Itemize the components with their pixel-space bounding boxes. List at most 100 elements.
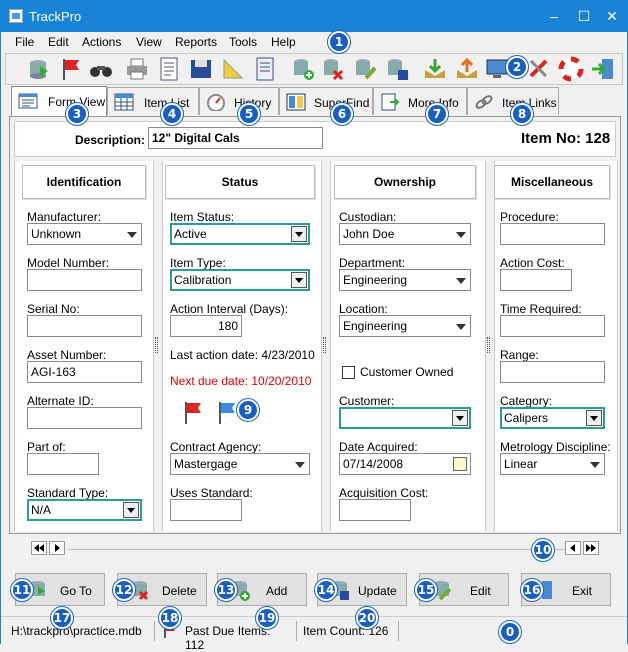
export-icon[interactable]: [454, 56, 480, 82]
tab-item-list[interactable]: Item List: [107, 87, 199, 115]
category-select[interactable]: Calipers: [500, 407, 605, 429]
model-number-input[interactable]: [27, 269, 142, 291]
link-icon: [475, 95, 493, 109]
uses-standard-input[interactable]: [170, 499, 242, 521]
description-bar: Description: 12" Digital Cals Item No: 1…: [14, 121, 616, 157]
standard-type-select[interactable]: N/A: [27, 499, 142, 521]
category-value: Calipers: [504, 411, 549, 425]
item-status-value: Active: [174, 227, 207, 241]
action-interval-input[interactable]: 180: [170, 315, 242, 337]
next-record-icon: [570, 544, 575, 552]
delete-record-icon[interactable]: [320, 56, 346, 82]
chevron-down-icon: [127, 232, 137, 238]
chevron-down-icon: [456, 232, 466, 238]
tab-more-info[interactable]: More Info: [373, 87, 467, 115]
goto-label: Go To: [60, 584, 92, 598]
printer-icon[interactable]: [124, 56, 150, 82]
update-record-icon[interactable]: [384, 56, 410, 82]
range-input[interactable]: [500, 361, 605, 383]
custodian-value: John Doe: [343, 227, 395, 241]
alternate-id-input[interactable]: [27, 407, 142, 429]
past-due-count: Past Due Items: 112: [181, 621, 297, 652]
menu-help[interactable]: Help: [271, 35, 296, 49]
contract-agency-label: Contract Agency:: [170, 440, 262, 454]
miscellaneous-header: Miscellaneous: [494, 165, 610, 199]
custodian-select[interactable]: John Doe: [339, 223, 471, 245]
edit-record-icon[interactable]: [352, 56, 378, 82]
chevron-down-icon: [291, 272, 307, 288]
menu-reports[interactable]: Reports: [175, 35, 217, 49]
item-status-label: Item Status:: [170, 210, 235, 224]
part-of-input[interactable]: [27, 453, 99, 475]
menu-file[interactable]: File: [15, 35, 34, 49]
document-icon[interactable]: [156, 56, 182, 82]
form-panel: Description: 12" Digital Cals Item No: 1…: [9, 116, 621, 534]
category-label: Category:: [500, 394, 553, 408]
date-acquired-value: 07/14/2008: [343, 457, 404, 471]
menu-edit[interactable]: Edit: [48, 35, 69, 49]
first-record-button[interactable]: [31, 541, 47, 555]
red-flag-icon[interactable]: [182, 400, 206, 426]
description-label: Description:: [75, 133, 146, 147]
manufacturer-label: Manufacturer:: [27, 210, 102, 224]
maximize-button[interactable]: ☐: [573, 5, 595, 27]
flag-icon[interactable]: [58, 56, 84, 82]
customer-owned-checkbox[interactable]: [342, 366, 355, 379]
customer-select[interactable]: [339, 407, 471, 429]
item-type-select[interactable]: Calibration: [170, 269, 310, 291]
tab-form-view[interactable]: Form View: [11, 86, 107, 117]
chevron-down-icon: [291, 226, 307, 242]
description-input[interactable]: 12" Digital Cals: [148, 127, 323, 149]
time-required-input[interactable]: [500, 315, 605, 337]
record-scroll-track[interactable]: [69, 549, 565, 550]
menu-view[interactable]: View: [136, 35, 162, 49]
item-status-select[interactable]: Active: [170, 223, 310, 245]
metrology-discipline-select[interactable]: Linear: [500, 453, 605, 475]
department-value: Engineering: [343, 273, 408, 287]
ruler-icon[interactable]: [220, 56, 246, 82]
range-label: Range:: [500, 348, 539, 362]
contract-agency-select[interactable]: Mastergage: [170, 453, 310, 475]
last-action-date: Last action date: 4/23/2010: [170, 348, 315, 362]
asset-number-input[interactable]: AGI-163: [27, 361, 142, 383]
manufacturer-select[interactable]: Unknown: [27, 223, 142, 245]
serial-input[interactable]: [27, 315, 142, 337]
close-button[interactable]: ✕: [601, 5, 623, 27]
save-disk-icon[interactable]: [188, 56, 214, 82]
alternate-id-label: Alternate ID:: [27, 394, 94, 408]
notebook-icon[interactable]: [252, 56, 278, 82]
splitter-grip[interactable]: [487, 337, 490, 353]
acquisition-cost-input[interactable]: [339, 499, 411, 521]
callout-badge-19: 19: [256, 607, 278, 629]
action-cost-input[interactable]: [500, 269, 572, 291]
last-record-button[interactable]: [583, 541, 599, 555]
menu-tools[interactable]: Tools: [229, 35, 257, 49]
menu-actions[interactable]: Actions: [82, 35, 121, 49]
status-header: Status: [165, 165, 315, 199]
procedure-input[interactable]: [500, 223, 605, 245]
splitter-grip[interactable]: [323, 337, 326, 353]
contract-agency-value: Mastergage: [174, 457, 238, 471]
tab-superfind[interactable]: SuperFind: [279, 87, 373, 115]
open-db-icon[interactable]: [26, 56, 52, 82]
callout-badge-18: 18: [159, 607, 181, 629]
splitter-grip[interactable]: [155, 337, 158, 353]
import-icon[interactable]: [422, 56, 448, 82]
calendar-icon[interactable]: [453, 457, 467, 471]
minimize-button[interactable]: ‒: [543, 5, 565, 27]
date-acquired-input[interactable]: 07/14/2008: [339, 453, 471, 475]
exit-icon[interactable]: [590, 56, 616, 82]
remove-icon[interactable]: [526, 56, 552, 82]
metrology-discipline-value: Linear: [504, 457, 538, 471]
next-record-button[interactable]: [565, 541, 581, 555]
uses-standard-label: Uses Standard:: [170, 486, 253, 500]
location-select[interactable]: Engineering: [339, 315, 471, 337]
asset-number-label: Asset Number:: [27, 348, 107, 362]
callout-badge-14: 14: [315, 579, 337, 601]
help-lifebuoy-icon[interactable]: [558, 56, 584, 82]
department-select[interactable]: Engineering: [339, 269, 471, 291]
add-record-icon[interactable]: [290, 56, 316, 82]
previous-record-button[interactable]: [49, 541, 65, 555]
binoculars-icon[interactable]: [88, 56, 114, 82]
blue-flag-icon[interactable]: [216, 400, 240, 426]
